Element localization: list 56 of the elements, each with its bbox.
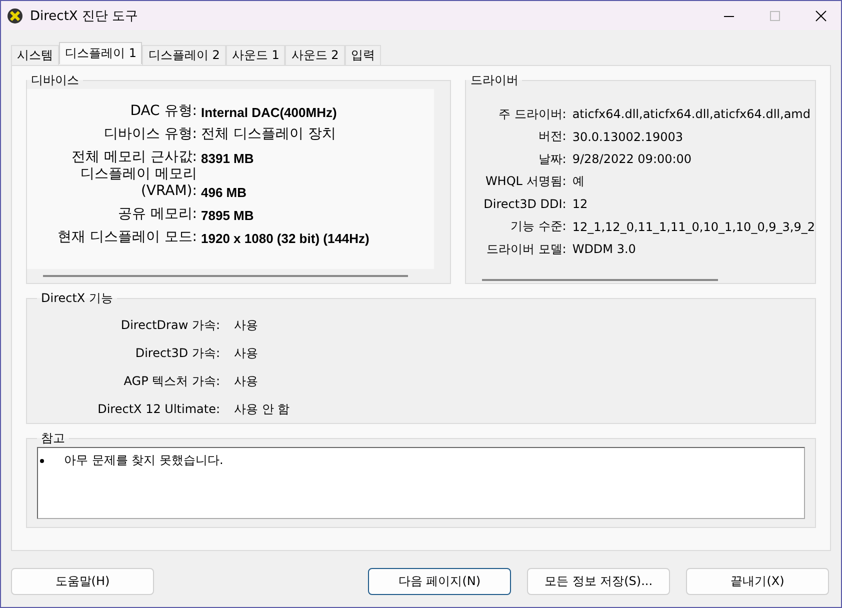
field-label: WHQL 서명됨: bbox=[484, 173, 568, 190]
field-label: AGP 텍스처 가속: bbox=[122, 372, 221, 390]
window-title: DirectX 진단 도구 bbox=[30, 8, 138, 24]
field-label: 드라이버 모델: bbox=[485, 240, 568, 258]
field-label: 디스플레이 메모리(VRAM): bbox=[80, 166, 198, 200]
field-value: 30.0.13002.19003 bbox=[572, 130, 684, 144]
maximize-icon[interactable] bbox=[769, 10, 781, 22]
dialog-button[interactable]: 다음 페이지(N) bbox=[368, 568, 511, 595]
field-label: 기능 수준: bbox=[509, 218, 568, 236]
field-value: 사용 bbox=[234, 344, 258, 362]
field-label: DirectDraw 가속: bbox=[120, 316, 221, 334]
field-label: 현재 디스플레이 모드: bbox=[56, 229, 198, 246]
field-value: 496 MB bbox=[201, 185, 247, 200]
field-label: 버전: bbox=[537, 128, 568, 146]
dialog-button[interactable]: 끝내기(X) bbox=[686, 568, 829, 595]
note-text: 아무 문제를 찾지 못했습니다. bbox=[64, 452, 224, 469]
field-value: Internal DAC(400MHz) bbox=[201, 105, 337, 120]
field-value: WDDM 3.0 bbox=[572, 242, 636, 256]
field-value: 사용 bbox=[234, 316, 258, 334]
tab[interactable]: 시스템 bbox=[11, 45, 59, 65]
field-value: 8391 MB bbox=[201, 151, 254, 166]
field-label: Direct3D DDI: bbox=[482, 197, 568, 212]
group-title: 참고 bbox=[40, 430, 66, 447]
field-label: Direct3D 가속: bbox=[134, 344, 221, 362]
field-label: DAC 유형: bbox=[129, 103, 198, 120]
field-value: 7895 MB bbox=[201, 208, 254, 223]
tab[interactable]: 디스플레이 2 bbox=[142, 45, 226, 65]
group-title: 디바이스 bbox=[30, 72, 80, 89]
dialog-button[interactable]: 도움말(H) bbox=[11, 568, 154, 595]
field-value: 12_1,12_0,11_1,11_0,10_1,10_0,9_3,9_2 bbox=[572, 220, 815, 234]
tab[interactable]: 디스플레이 1 bbox=[59, 42, 142, 64]
bullet-icon bbox=[40, 458, 44, 462]
field-label: 전체 메모리 근사값: bbox=[70, 149, 198, 166]
field-value: 사용 bbox=[234, 372, 258, 390]
tab[interactable]: 사운드 2 bbox=[285, 45, 345, 65]
field-value: 사용 안 함 bbox=[234, 400, 290, 418]
scrollbar-thumb[interactable] bbox=[482, 279, 718, 281]
app-icon bbox=[7, 8, 23, 24]
field-label: 날짜: bbox=[537, 150, 568, 168]
field-value: aticfx64.dll,aticfx64.dll,aticfx64.dll,amd bbox=[572, 107, 810, 122]
field-label: 디바이스 유형: bbox=[102, 126, 198, 143]
group-title: DirectX 기능 bbox=[40, 290, 114, 307]
field-value: 9/28/2022 09:00:00 bbox=[572, 152, 692, 166]
field-label: DirectX 12 Ultimate: bbox=[96, 402, 221, 416]
field-value: 예 bbox=[572, 173, 584, 190]
field-label: 공유 메모리: bbox=[116, 206, 198, 223]
field-label: 주 드라이버: bbox=[497, 106, 568, 123]
field-value: 전체 디스플레이 장치 bbox=[201, 125, 336, 143]
tab[interactable]: 입력 bbox=[344, 45, 381, 65]
close-icon[interactable] bbox=[815, 10, 827, 22]
field-value: 12 bbox=[572, 197, 588, 212]
dialog-button[interactable]: 모든 정보 저장(S)... bbox=[527, 568, 670, 595]
scrollbar-thumb[interactable] bbox=[43, 275, 408, 277]
group-title: 드라이버 bbox=[469, 72, 520, 89]
field-value: 1920 x 1080 (32 bit) (144Hz) bbox=[201, 231, 370, 246]
tab[interactable]: 사운드 1 bbox=[226, 45, 286, 65]
